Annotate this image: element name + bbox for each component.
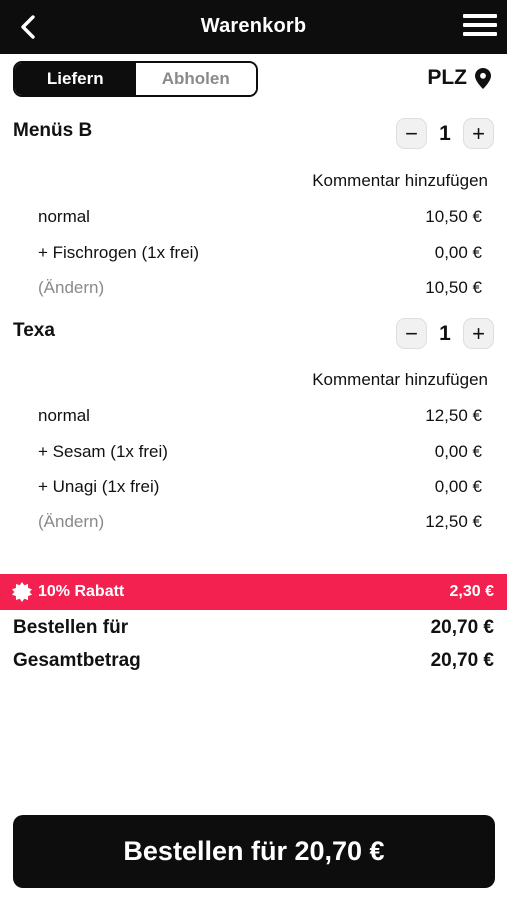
increase-quantity-button[interactable]: + [463, 118, 494, 149]
map-pin-icon [475, 67, 491, 89]
line-label: + Unagi (1x frei) [38, 477, 160, 496]
total-value: 20,70 € [430, 650, 494, 671]
cart-item-name: Menüs B [13, 120, 93, 141]
line-label: + Sesam (1x frei) [38, 442, 168, 461]
line-price: 0,00 € [434, 477, 482, 496]
postal-code-label: PLZ [427, 66, 467, 89]
cart-item-line: (Ändern) 12,50 € [38, 512, 482, 532]
cart-item-line: + Sesam (1x frei) 0,00 € [38, 442, 482, 462]
delivery-mode-toggle: Liefern Abholen [13, 61, 258, 97]
order-for-value: 20,70 € [430, 617, 494, 638]
cart-item-line: normal 12,50 € [38, 406, 482, 426]
tab-liefern[interactable]: Liefern [15, 63, 136, 95]
cart-item-line: + Unagi (1x frei) 0,00 € [38, 477, 482, 497]
cart-item-line: (Ändern) 10,50 € [38, 278, 482, 298]
order-for-row: Bestellen für 20,70 € [13, 617, 494, 639]
cart-item-name: Texa [13, 320, 55, 341]
cart-item-line: + Fischrogen (1x frei) 0,00 € [38, 243, 482, 263]
tab-abholen[interactable]: Abholen [135, 63, 256, 95]
line-label: normal [38, 207, 90, 226]
badge-icon [12, 582, 32, 602]
line-price: 0,00 € [434, 442, 482, 461]
discount-label: 10% Rabatt [38, 583, 125, 600]
discount-banner: 10% Rabatt 2,30 € [0, 574, 507, 610]
add-comment-link[interactable]: Kommentar hinzufügen [312, 370, 488, 390]
total-row: Gesamtbetrag 20,70 € [13, 650, 494, 672]
line-price: 12,50 € [425, 512, 482, 531]
order-for-label: Bestellen für [13, 617, 129, 638]
hamburger-menu-icon[interactable] [463, 14, 497, 40]
change-options-link[interactable]: (Ändern) [38, 278, 104, 298]
change-options-link[interactable]: (Ändern) [38, 512, 104, 532]
order-button[interactable]: Bestellen für 20,70 € [13, 815, 495, 888]
line-label: + Fischrogen (1x frei) [38, 243, 200, 262]
line-price: 0,00 € [434, 243, 482, 262]
quantity-stepper: − 1 + [396, 118, 494, 149]
quantity-value: 1 [439, 321, 451, 345]
decrease-quantity-button[interactable]: − [396, 118, 427, 149]
increase-quantity-button[interactable]: + [463, 318, 494, 349]
quantity-stepper: − 1 + [396, 318, 494, 349]
discount-amount: 2,30 € [449, 583, 494, 600]
quantity-value: 1 [439, 121, 451, 145]
decrease-quantity-button[interactable]: − [396, 318, 427, 349]
top-bar: Warenkorb [0, 0, 507, 54]
line-price: 10,50 € [425, 207, 482, 226]
page-title: Warenkorb [200, 15, 307, 37]
add-comment-link[interactable]: Kommentar hinzufügen [312, 171, 488, 191]
line-price: 12,50 € [425, 406, 482, 425]
cart-item-line: normal 10,50 € [38, 207, 482, 227]
line-price: 10,50 € [425, 278, 482, 297]
total-label: Gesamtbetrag [13, 650, 141, 671]
line-label: normal [38, 406, 90, 425]
postal-code-selector[interactable]: PLZ [427, 66, 491, 90]
